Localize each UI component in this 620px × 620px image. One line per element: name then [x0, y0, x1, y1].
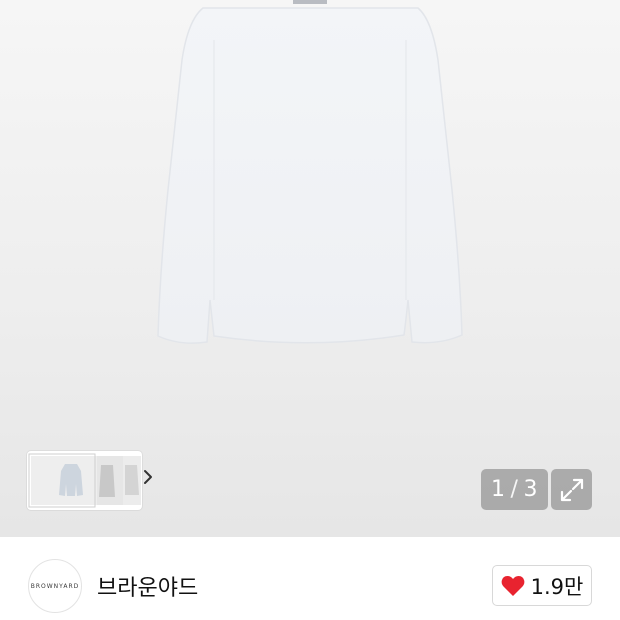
page-indicator: 1 / 3 [481, 469, 548, 510]
like-count: 1.9만 [530, 574, 584, 599]
heart-icon [501, 575, 525, 596]
like-button[interactable]: 1.9만 [492, 565, 592, 606]
expand-button[interactable] [551, 469, 592, 510]
thumbnail-images [28, 453, 141, 508]
brand-name[interactable]: 브라운야드 [97, 570, 198, 602]
page-total: 3 [523, 477, 538, 502]
brand-logo[interactable]: BROWNYARD [28, 559, 82, 613]
brand-bar: BROWNYARD 브라운야드 1.9만 [0, 537, 620, 620]
product-image-gallery[interactable]: 1 / 3 [0, 0, 620, 537]
chevron-right-icon[interactable] [143, 469, 163, 493]
page-separator: / [510, 477, 519, 502]
brand-logo-text: BROWNYARD [30, 582, 80, 590]
expand-arrows-icon [560, 478, 583, 501]
page-current: 1 [491, 477, 506, 502]
thumbnail-strip[interactable] [27, 451, 152, 510]
